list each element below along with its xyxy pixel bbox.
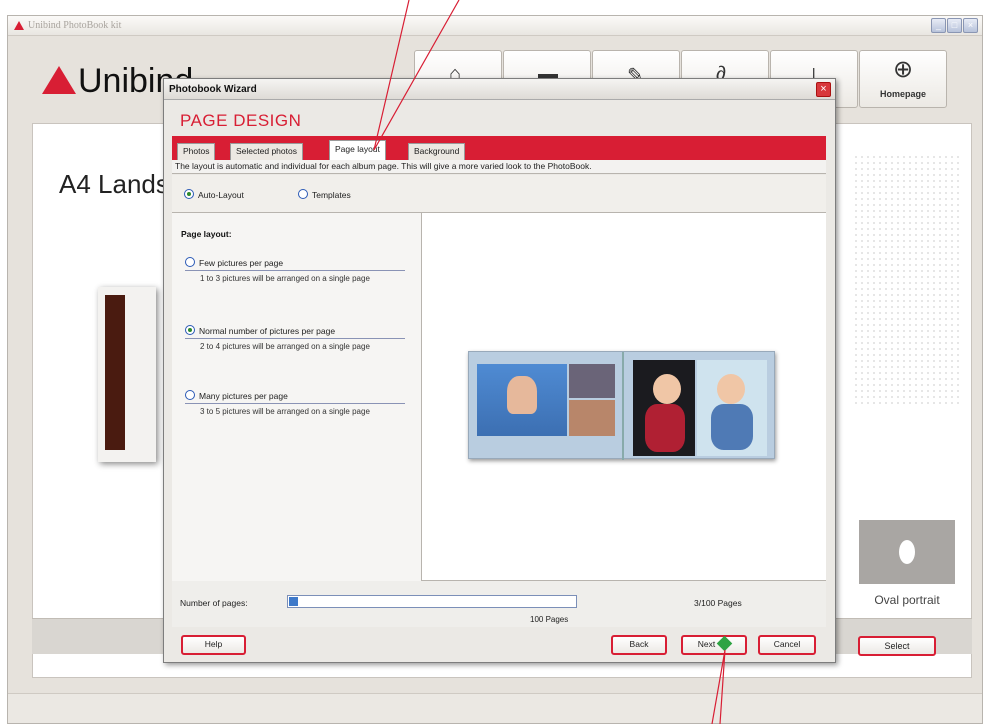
templates-option[interactable]: Templates (298, 189, 351, 200)
preview-photo (697, 360, 767, 456)
layout-options-pane: Page layout: Few pictures per page 1 to … (172, 213, 422, 581)
dialog-title-bar: Photobook Wizard × (164, 79, 835, 100)
number-of-pages-label: Number of pages: (180, 598, 248, 608)
homepage-label: Homepage (879, 89, 926, 99)
photobook-wizard-dialog: Photobook Wizard × PAGE DESIGN Photos Se… (163, 78, 836, 663)
few-pictures-text: Few pictures per page (199, 258, 284, 268)
tab-page-layout[interactable]: Page layout (329, 140, 386, 160)
many-pictures-radio[interactable] (185, 390, 195, 400)
pages-count: 3/100 Pages (694, 598, 742, 608)
window-controls: _ □ × (931, 18, 978, 33)
preview-photo (569, 364, 615, 398)
minimize-button[interactable]: _ (931, 18, 946, 33)
many-pictures-label: Many pictures per page (185, 390, 405, 404)
normal-pictures-description: 2 to 4 pictures will be arranged on a si… (200, 342, 370, 351)
pages-bar: Number of pages: 100 Pages 3/100 Pages (172, 581, 826, 627)
preview-photo (477, 364, 567, 436)
templates-radio[interactable] (298, 189, 308, 199)
auto-layout-option[interactable]: Auto-Layout (184, 189, 244, 200)
preview-photo (569, 400, 615, 436)
dialog-close-button[interactable]: × (816, 82, 831, 97)
oval-portrait-thumbnail[interactable] (859, 520, 955, 584)
tab-strip: Photos Selected photos Page layout Backg… (172, 136, 826, 160)
homepage-button[interactable]: ⊕ Homepage (859, 50, 947, 108)
max-pages-label: 100 Pages (530, 615, 569, 624)
next-label: Next (697, 639, 716, 649)
app-logo-icon (14, 21, 24, 30)
maximize-button[interactable]: □ (947, 18, 962, 33)
templates-label: Templates (312, 190, 351, 200)
many-pictures-description: 3 to 5 pictures will be arranged on a si… (200, 407, 370, 416)
many-pictures-option[interactable]: Many pictures per page 3 to 5 pictures w… (185, 390, 405, 417)
oval-portrait-label: Oval portrait (874, 593, 940, 607)
book-preview-image (98, 287, 156, 462)
page-heading: PAGE DESIGN (180, 111, 302, 130)
tab-description: The layout is automatic and individual f… (172, 160, 826, 174)
globe-icon: ⊕ (893, 56, 914, 83)
few-pictures-label: Few pictures per page (185, 257, 405, 271)
help-button[interactable]: Help (181, 635, 246, 655)
content-area: Page layout: Few pictures per page 1 to … (172, 213, 826, 581)
auto-layout-radio[interactable] (184, 189, 194, 199)
next-button[interactable]: Next (681, 635, 747, 655)
auto-layout-label: Auto-Layout (198, 190, 244, 200)
layout-preview-image (468, 351, 775, 460)
page-layout-title: Page layout: (181, 229, 232, 239)
title-bar: Unibind PhotoBook kit _ □ × (8, 16, 982, 36)
normal-pictures-label: Normal number of pictures per page (185, 325, 405, 339)
few-pictures-description: 1 to 3 pictures will be arranged on a si… (200, 274, 370, 283)
pages-progress-bar (287, 595, 577, 608)
tab-background[interactable]: Background (408, 143, 466, 160)
window-title: Unibind PhotoBook kit (28, 20, 122, 31)
many-pictures-text: Many pictures per page (199, 391, 288, 401)
tab-selected-photos[interactable]: Selected photos (230, 143, 303, 160)
normal-pictures-text: Normal number of pictures per page (199, 326, 336, 336)
close-window-button[interactable]: × (963, 18, 978, 33)
select-button[interactable]: Select (858, 636, 936, 656)
few-pictures-radio[interactable] (185, 257, 195, 267)
normal-pictures-option[interactable]: Normal number of pictures per page 2 to … (185, 325, 405, 352)
dialog-title: Photobook Wizard (169, 84, 257, 95)
preview-photo (633, 360, 695, 456)
cancel-button[interactable]: Cancel (758, 635, 816, 655)
tab-photos[interactable]: Photos (177, 143, 216, 160)
layout-mode-bar: Auto-Layout Templates (172, 175, 826, 213)
logo-triangle-icon (42, 66, 76, 94)
few-pictures-option[interactable]: Few pictures per page 1 to 3 pictures wi… (185, 257, 405, 284)
pages-progress-fill (289, 597, 298, 606)
next-arrow-icon (716, 635, 733, 652)
status-bar (8, 693, 982, 723)
back-button[interactable]: Back (611, 635, 667, 655)
normal-pictures-radio[interactable] (185, 325, 195, 335)
decorative-pattern (853, 154, 963, 404)
